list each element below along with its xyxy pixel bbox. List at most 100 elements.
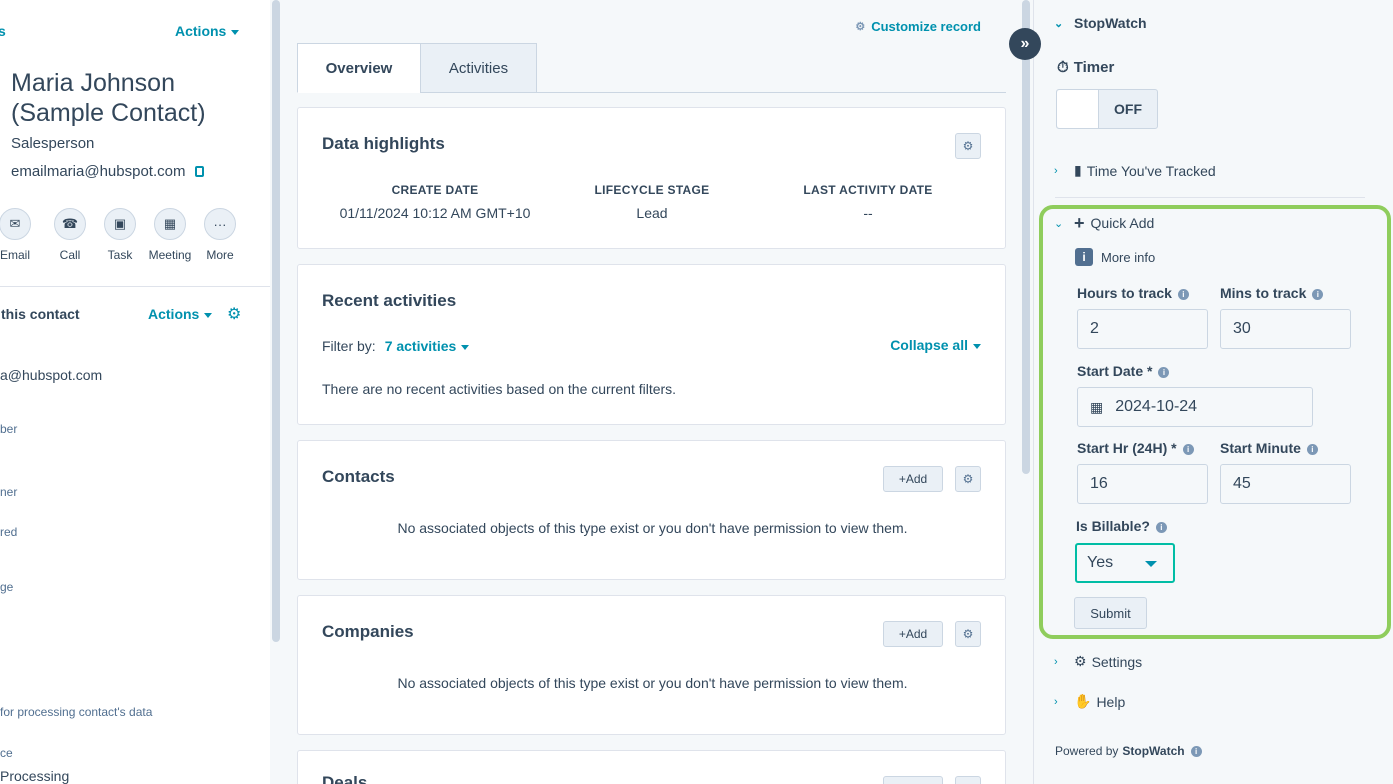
caret-down-icon (1145, 561, 1157, 567)
info-icon[interactable]: i (1312, 289, 1324, 300)
card-title: Recent activities (322, 291, 457, 310)
left-scrollbar[interactable] (272, 0, 280, 642)
companies-card: Companies +Add ⚙ No associated objects o… (297, 595, 1006, 735)
info-icon[interactable]: i (1190, 745, 1202, 757)
activity-label: Email (0, 248, 30, 262)
highlight-value: -- (863, 205, 873, 221)
gear-icon[interactable]: ⚙ (955, 133, 981, 159)
mins-input[interactable]: 30 (1220, 309, 1351, 349)
powered-by-brand[interactable]: StopWatch (1122, 744, 1184, 758)
copy-icon[interactable] (195, 166, 205, 177)
app-title: StopWatch (1074, 15, 1147, 31)
info-icon[interactable]: i (1182, 444, 1194, 455)
property-label: for processing contact's data (0, 705, 153, 719)
section-label: Time You've Tracked (1086, 162, 1216, 179)
about-heading: this contact (1, 306, 80, 322)
timer-label: Timer (1073, 59, 1115, 76)
empty-message: There are no recent activities based on … (322, 381, 677, 397)
stopwatch-icon: ⏱ (1057, 59, 1069, 76)
add-contact-button[interactable]: +Add (883, 466, 943, 492)
back-link[interactable]: s (0, 23, 6, 39)
property-label: ce (0, 746, 13, 760)
billable-label: Is Billable? i (1076, 518, 1167, 534)
hours-input[interactable]: 2 (1077, 309, 1208, 349)
chevron-right-icon: › (1054, 695, 1058, 708)
card-title: Data highlights (322, 134, 445, 153)
add-company-button[interactable]: +Add (883, 621, 943, 647)
time-tracked-section[interactable]: › ▮ Time You've Tracked (1054, 162, 1216, 179)
highlight-last-activity: LAST ACTIVITY DATE -- (768, 183, 968, 221)
stopwatch-panel: ⌄ StopWatch ⏱ Timer OFF › ▮ Time You've … (1033, 0, 1393, 784)
chevron-right-icon: › (1054, 164, 1058, 177)
collapse-all-dropdown[interactable]: Collapse all (890, 337, 981, 353)
label-text: Start Minute (1220, 440, 1301, 456)
email-activity-button[interactable]: ✉ Email (0, 208, 45, 262)
info-icon[interactable]: i (1177, 289, 1189, 300)
tab-overview[interactable]: Overview (297, 43, 421, 93)
task-activity-button[interactable]: ▣ Task (95, 208, 145, 262)
about-actions-dropdown[interactable]: Actions (148, 306, 213, 322)
info-icon[interactable]: i (1306, 444, 1318, 455)
property-label: ner (0, 485, 18, 499)
start-date-label: Start Date * i (1077, 363, 1170, 379)
double-chevron-right-icon: » (1020, 35, 1030, 52)
help-section[interactable]: › ✋ Help (1054, 693, 1125, 710)
data-highlights-card: Data highlights ⚙ CREATE DATE 01/11/2024… (297, 107, 1006, 249)
billable-select[interactable]: Yes (1075, 543, 1175, 583)
toggle-state: OFF (1114, 101, 1142, 117)
section-label: Quick Add (1090, 215, 1155, 231)
label-text: Start Hr (24H) * (1077, 440, 1177, 456)
record-middle-column: ⚙ Customize record Overview Activities D… (284, 0, 1022, 784)
calendar-icon: ▦ (1090, 398, 1104, 415)
start-minute-input[interactable]: 45 (1220, 464, 1351, 504)
start-hr-input[interactable]: 16 (1077, 464, 1208, 504)
customize-record-link[interactable]: ⚙ Customize record (855, 19, 981, 34)
label-text: Mins to track (1220, 285, 1307, 301)
more-info-row[interactable]: i More info (1075, 248, 1155, 266)
meeting-activity-button[interactable]: ▦ Meeting (145, 208, 195, 262)
caret-down-icon (231, 29, 240, 35)
actions-label: Actions (175, 23, 227, 39)
collapse-sidebar-button[interactable]: » (1009, 28, 1041, 60)
date-value: 2024-10-24 (1115, 398, 1198, 415)
start-minute-label: Start Minute i (1220, 440, 1318, 456)
label-text: Hours to track (1077, 285, 1172, 301)
recent-activities-card: Recent activities Filter by: 7 activitie… (297, 264, 1006, 425)
deals-card: Deals +Add ⚙ (297, 750, 1006, 784)
timer-toggle[interactable]: OFF (1056, 89, 1158, 129)
tab-activities[interactable]: Activities (420, 43, 537, 93)
card-title: Contacts (322, 467, 395, 486)
more-activity-button[interactable]: ··· More (195, 208, 245, 262)
highlight-create-date: CREATE DATE 01/11/2024 10:12 AM GMT+10 (325, 183, 545, 221)
powered-by: Powered by StopWatch i (1055, 744, 1202, 758)
select-value: Yes (1087, 554, 1114, 571)
info-icon: i (1075, 248, 1093, 266)
gear-icon[interactable]: ⚙ (955, 776, 981, 784)
submit-button[interactable]: Submit (1074, 597, 1147, 629)
call-activity-button[interactable]: ☎ Call (45, 208, 95, 262)
task-icon: ▣ (104, 208, 136, 240)
card-title: Deals (322, 773, 368, 784)
property-label: ge (0, 580, 14, 594)
highlight-heading: LIFECYCLE STAGE (594, 183, 710, 197)
raised-hand-icon: ✋ (1074, 693, 1092, 709)
start-date-input[interactable]: ▦ 2024-10-24 (1077, 387, 1313, 427)
settings-section[interactable]: › ⚙ Settings (1054, 653, 1142, 670)
stopwatch-header[interactable]: ⌄ StopWatch (1054, 15, 1147, 31)
info-icon[interactable]: i (1158, 367, 1170, 378)
contact-sidebar: s Actions Maria Johnson (Sample Contact)… (0, 0, 270, 784)
middle-scrollbar[interactable] (1022, 0, 1030, 474)
add-deal-button[interactable]: +Add (883, 776, 943, 784)
contact-actions-dropdown[interactable]: Actions (175, 23, 240, 39)
quick-add-section[interactable]: ⌄ + Quick Add (1054, 214, 1155, 232)
gear-icon[interactable]: ⚙ (227, 304, 241, 324)
email-icon: ✉ (0, 208, 31, 240)
gear-icon[interactable]: ⚙ (955, 621, 981, 647)
info-icon[interactable]: i (1155, 522, 1167, 533)
start-hr-label: Start Hr (24H) * i (1077, 440, 1194, 456)
gear-icon[interactable]: ⚙ (955, 466, 981, 492)
more-icon: ··· (204, 208, 236, 240)
contact-name-line1: Maria Johnson (11, 69, 175, 97)
activity-filter-dropdown[interactable]: 7 activities (385, 338, 470, 354)
mins-label: Mins to track i (1220, 285, 1324, 301)
